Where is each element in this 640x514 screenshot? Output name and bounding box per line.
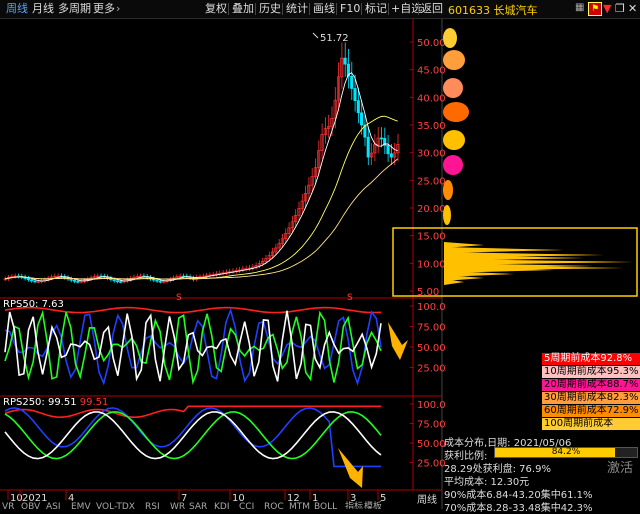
cost-row: 60周期前成本72.9% bbox=[542, 405, 640, 417]
candle bbox=[115, 280, 119, 283]
y-tick-label: 10.00 bbox=[417, 259, 446, 270]
ma-line bbox=[4, 115, 398, 280]
candle bbox=[356, 100, 360, 114]
period-label: 周线 bbox=[417, 495, 437, 506]
y-tick-label: 35.00 bbox=[417, 121, 446, 132]
arrow-icon bbox=[338, 448, 363, 488]
cost-peak bbox=[443, 180, 453, 200]
candle bbox=[360, 112, 364, 126]
candle bbox=[30, 279, 34, 282]
cost-row: 100周期前成本62.3% bbox=[542, 418, 640, 441]
indicator-tab[interactable]: ROC bbox=[264, 502, 284, 509]
candle bbox=[350, 75, 354, 89]
indicator-tab[interactable]: VOL-TDX bbox=[96, 502, 135, 509]
indicator-tab[interactable]: KDJ bbox=[214, 502, 230, 509]
cost-bar bbox=[444, 242, 484, 248]
candle bbox=[26, 278, 30, 281]
cost-peak bbox=[443, 28, 457, 48]
cost-peak bbox=[443, 78, 463, 98]
indicator-tab[interactable]: VR bbox=[2, 502, 14, 509]
rps-tick-label: 75.00 bbox=[417, 323, 446, 334]
candle bbox=[112, 279, 116, 282]
candle bbox=[353, 88, 357, 102]
cost-distribution-panel: 5周期前成本92.8% 10周期前成本95.3% 20周期前成本88.7% 30周期前… bbox=[442, 353, 640, 514]
candle bbox=[33, 280, 37, 283]
candle bbox=[379, 137, 383, 140]
y-tick-label: 45.00 bbox=[417, 66, 446, 77]
cost-row: 20周期前成本88.7% bbox=[542, 379, 640, 391]
indicator-tab[interactable]: ASI bbox=[46, 502, 61, 509]
y-tick-label: 20.00 bbox=[417, 204, 446, 215]
y-tick-label: 30.00 bbox=[417, 149, 446, 160]
indicator-tab[interactable]: OBV bbox=[21, 502, 41, 509]
y-tick-label: 25.00 bbox=[417, 176, 446, 187]
cost-bar bbox=[444, 247, 564, 253]
candle bbox=[155, 279, 159, 282]
s-marker: S bbox=[347, 293, 353, 303]
cost-peak bbox=[443, 205, 451, 225]
cost-70: 70%成本8.28-33.48集中42.3% bbox=[444, 503, 593, 514]
cost-peak bbox=[443, 130, 465, 150]
indicator-tab[interactable]: WR bbox=[170, 502, 185, 509]
candle bbox=[386, 145, 390, 155]
indicator-tab[interactable]: RSI bbox=[145, 502, 160, 509]
cost-peak bbox=[443, 50, 465, 70]
ma-line bbox=[4, 158, 398, 280]
s-marker: S bbox=[176, 293, 182, 303]
candle bbox=[69, 278, 73, 281]
rps250-title: RPS250: 99.51 99.51 bbox=[3, 397, 109, 408]
indicator-tab[interactable]: 指标 bbox=[345, 500, 363, 509]
candle bbox=[72, 279, 77, 282]
indicator-tab[interactable]: BOLL bbox=[314, 502, 337, 509]
rps-tick-label: 100.0 bbox=[417, 302, 446, 313]
indicator-tab[interactable]: 模板 bbox=[364, 500, 382, 509]
y-tick-label: 15.00 bbox=[417, 232, 446, 243]
cost-peak bbox=[443, 155, 463, 175]
candle bbox=[119, 281, 123, 283]
cost-row: 30周期前成本82.3% bbox=[542, 392, 640, 404]
watermark: 激活 bbox=[607, 461, 634, 476]
arrow-icon bbox=[388, 322, 408, 360]
y-tick-label: 50.00 bbox=[417, 38, 446, 49]
cost-row: 5周期前成本92.8% bbox=[542, 353, 640, 365]
indicator-tab[interactable]: EMV bbox=[71, 502, 91, 509]
candle bbox=[343, 57, 347, 65]
indicator-tab[interactable]: MTM bbox=[289, 502, 310, 509]
indicator-tab[interactable]: SAR bbox=[189, 502, 207, 509]
high-marker bbox=[312, 32, 319, 39]
y-tick-label: 40.00 bbox=[417, 93, 446, 104]
high-price-label: 51.72 bbox=[320, 33, 349, 44]
profit-ratio-value: 84.2% bbox=[551, 447, 581, 457]
candle bbox=[366, 136, 370, 158]
cost-peak bbox=[443, 102, 469, 122]
candle bbox=[389, 153, 393, 158]
indicator-tab[interactable]: CCI bbox=[239, 502, 254, 509]
candle bbox=[158, 280, 162, 283]
rps50-title: RPS50: 7.63 bbox=[3, 299, 64, 310]
cost-row: 10周期前成本95.3% bbox=[542, 366, 640, 378]
candle bbox=[76, 280, 80, 283]
